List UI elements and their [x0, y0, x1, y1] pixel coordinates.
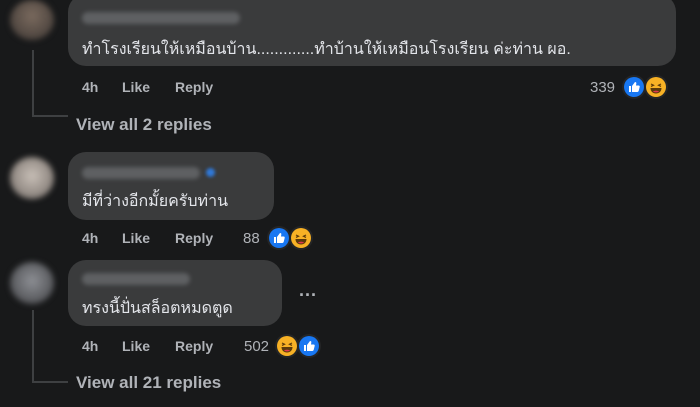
more-options-button[interactable]: ... [299, 280, 317, 301]
comment-author[interactable] [82, 167, 200, 179]
reply-button[interactable]: Reply [175, 79, 213, 95]
like-icon[interactable] [622, 75, 646, 99]
comment-time[interactable]: 4h [82, 79, 98, 95]
haha-icon[interactable] [275, 334, 299, 358]
thread-line-3-curve [32, 381, 68, 383]
comment-text: ทรงนี้ปั่นสล็อตหมดตูด [82, 300, 233, 317]
verified-icon [206, 168, 215, 177]
comment-text: ทำโรงเรียนให้เหมือนบ้าน.............ทำบ้… [82, 41, 571, 58]
thread-line-3 [32, 310, 34, 382]
comment-text: มีที่ว่างอีกมั้ยครับท่าน [82, 193, 229, 210]
like-button[interactable]: Like [122, 230, 150, 246]
like-icon[interactable] [267, 226, 291, 250]
reply-button[interactable]: Reply [175, 230, 213, 246]
haha-icon[interactable] [289, 226, 313, 250]
avatar[interactable] [10, 157, 54, 199]
reply-button[interactable]: Reply [175, 338, 213, 354]
like-button[interactable]: Like [122, 338, 150, 354]
avatar[interactable] [10, 0, 54, 40]
like-button[interactable]: Like [122, 79, 150, 95]
avatar[interactable] [10, 262, 54, 304]
thread-line-1-curve [32, 115, 68, 117]
comment-author[interactable] [82, 12, 240, 24]
reaction-count[interactable]: 502 [244, 338, 269, 355]
view-replies-link[interactable]: View all 2 replies [76, 115, 212, 135]
reaction-count[interactable]: 339 [590, 79, 615, 96]
thread-line-1 [32, 50, 34, 116]
view-replies-link[interactable]: View all 21 replies [76, 373, 221, 393]
haha-icon[interactable] [644, 75, 668, 99]
comment-time[interactable]: 4h [82, 230, 98, 246]
comment-author[interactable] [82, 273, 190, 285]
comment-time[interactable]: 4h [82, 338, 98, 354]
like-icon[interactable] [297, 334, 321, 358]
reaction-count[interactable]: 88 [243, 230, 260, 247]
